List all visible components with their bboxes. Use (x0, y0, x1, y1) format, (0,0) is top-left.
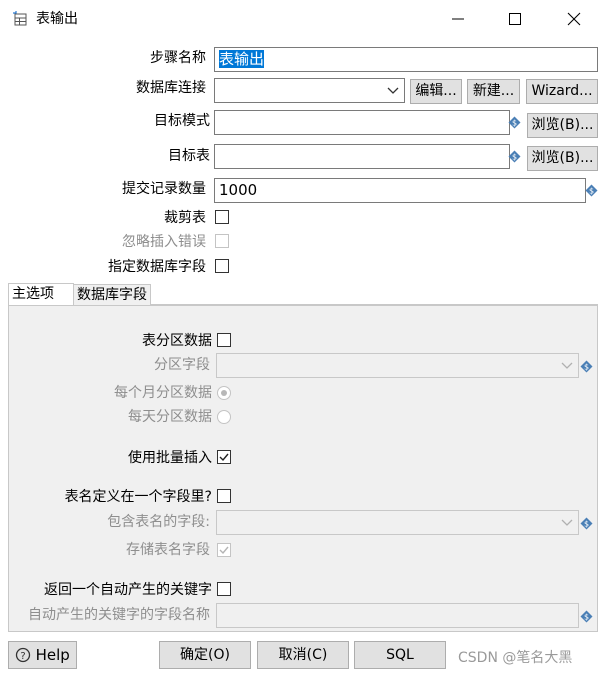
minimize-icon[interactable] (450, 11, 466, 27)
browse-schema-button[interactable]: 浏览(B)... (527, 113, 598, 138)
target-table-label: 目标表 (168, 148, 210, 164)
db-connection-label: 数据库连接 (136, 80, 206, 96)
batch-insert-checkbox[interactable] (217, 450, 231, 464)
radio-selected-dot (221, 390, 227, 396)
svg-text:?: ? (21, 651, 26, 662)
partition-field-label: 分区字段 (154, 357, 210, 373)
svg-text:$: $ (512, 153, 517, 162)
batch-insert-label: 使用批量插入 (128, 450, 212, 466)
svg-text:$: $ (589, 187, 594, 196)
browse-table-button[interactable]: 浏览(B)... (527, 146, 598, 171)
key-field-name-input[interactable] (216, 603, 579, 628)
help-button[interactable]: ? Help (8, 641, 77, 669)
commit-size-label: 提交记录数量 (122, 181, 206, 197)
variable-icon: $ (580, 360, 593, 373)
truncate-checkbox[interactable] (215, 210, 229, 224)
checkmark-icon (219, 546, 229, 555)
store-table-name-label: 存储表名字段 (126, 542, 210, 558)
target-table-input[interactable] (214, 144, 510, 169)
ignore-errors-checkbox[interactable] (215, 234, 229, 248)
svg-text:$: $ (584, 363, 589, 372)
return-key-checkbox[interactable] (217, 582, 231, 596)
chevron-down-icon (561, 519, 573, 526)
variable-icon: $ (508, 150, 521, 163)
truncate-label: 裁剪表 (164, 210, 206, 226)
cancel-button[interactable]: 取消(C) (257, 641, 349, 669)
tab-main-options[interactable]: 主选项 (8, 283, 74, 306)
specify-fields-label: 指定数据库字段 (108, 259, 206, 275)
svg-text:$: $ (584, 520, 589, 529)
variable-icon: $ (585, 184, 598, 197)
maximize-icon[interactable] (507, 11, 523, 27)
sql-button[interactable]: SQL (354, 641, 446, 669)
db-connection-select[interactable] (214, 78, 405, 103)
step-name-label: 步骤名称 (150, 50, 206, 66)
checkmark-icon (219, 453, 229, 462)
return-key-label: 返回一个自动产生的关键字 (44, 582, 212, 598)
help-icon: ? (16, 647, 31, 663)
variable-icon: $ (508, 116, 521, 129)
watermark: CSDN @笔名大黑 (458, 650, 573, 666)
target-schema-input[interactable] (214, 110, 510, 135)
partition-data-checkbox[interactable] (217, 333, 231, 347)
svg-text:$: $ (512, 119, 517, 128)
ignore-errors-label: 忽略插入错误 (122, 234, 206, 250)
close-icon[interactable] (566, 11, 582, 27)
key-field-name-label: 自动产生的关键字的字段名称 (28, 607, 210, 623)
tab-database-fields[interactable]: 数据库字段 (74, 284, 151, 306)
chevron-down-icon (387, 87, 399, 94)
svg-text:$: $ (584, 613, 589, 622)
table-output-icon (13, 11, 27, 26)
daily-partition-radio[interactable] (217, 410, 231, 424)
monthly-partition-radio[interactable] (217, 386, 231, 400)
specify-fields-checkbox[interactable] (215, 259, 229, 273)
ok-button[interactable]: 确定(O) (159, 641, 251, 669)
table-name-field-select[interactable] (216, 510, 579, 535)
title-bar[interactable]: 表输出 (0, 0, 610, 38)
commit-size-input[interactable]: 1000 (214, 178, 586, 203)
monthly-partition-label: 每个月分区数据 (114, 385, 212, 401)
step-name-input[interactable]: 表输出 (214, 47, 598, 72)
variable-icon: $ (580, 610, 593, 623)
wizard-button[interactable]: Wizard... (526, 79, 598, 104)
table-in-field-checkbox[interactable] (217, 489, 231, 503)
new-connection-button[interactable]: 新建... (467, 79, 520, 104)
store-table-name-checkbox[interactable] (217, 543, 231, 557)
variable-icon: $ (580, 517, 593, 530)
table-in-field-label: 表名定义在一个字段里? (64, 489, 212, 505)
partition-field-select[interactable] (216, 353, 579, 378)
partition-data-label: 表分区数据 (142, 333, 212, 349)
window-title: 表输出 (36, 11, 78, 27)
daily-partition-label: 每天分区数据 (128, 409, 212, 425)
table-name-field-label: 包含表名的字段: (107, 514, 210, 530)
target-schema-label: 目标模式 (154, 113, 210, 129)
edit-connection-button[interactable]: 编辑... (410, 79, 462, 104)
chevron-down-icon (561, 362, 573, 369)
